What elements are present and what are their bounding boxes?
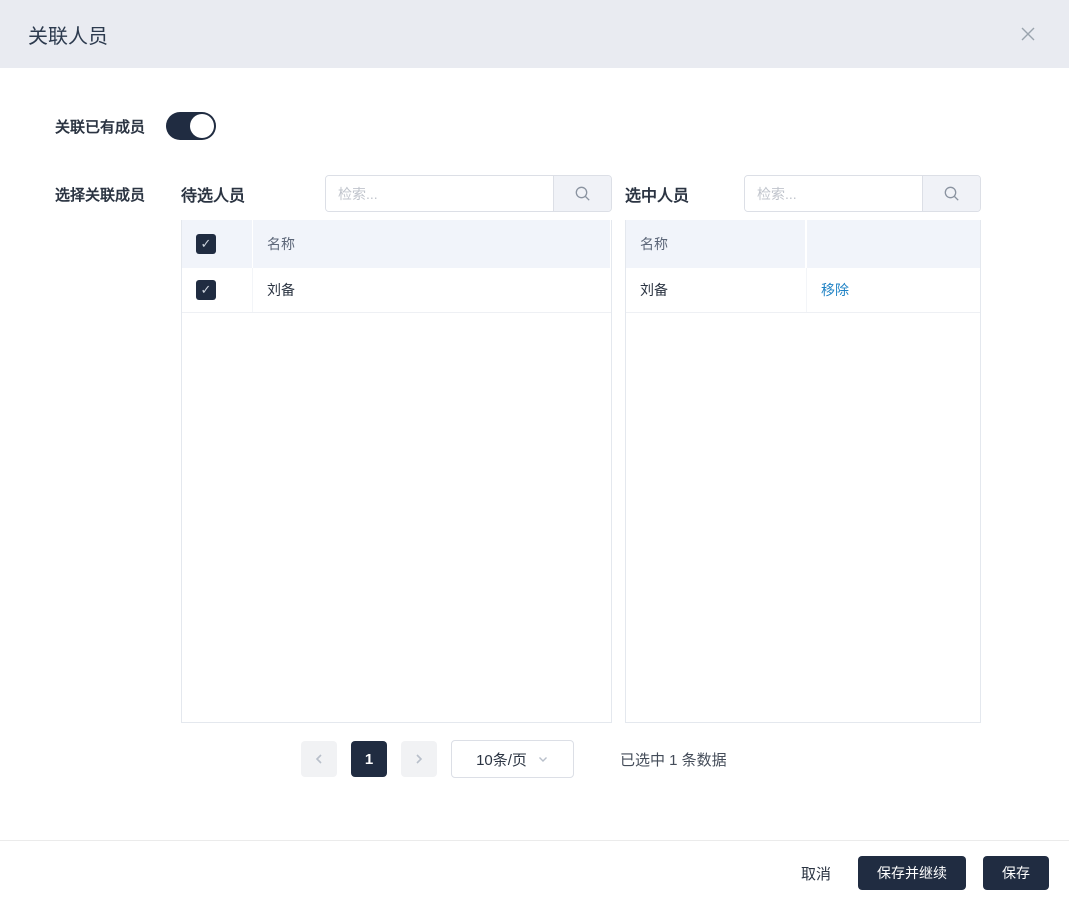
row-checkbox[interactable]: ✓ bbox=[196, 280, 216, 300]
name-column-header: 名称 bbox=[253, 220, 611, 268]
selected-name-cell: 刘备 bbox=[626, 268, 806, 312]
candidate-row: ✓ 刘备 bbox=[182, 268, 611, 313]
candidates-panel: 待选人员 ✓ 名称 bbox=[181, 175, 612, 723]
selected-panel-head: 选中人员 bbox=[625, 175, 981, 212]
chevron-left-icon bbox=[313, 753, 325, 765]
search-icon bbox=[574, 185, 591, 202]
page-size-select[interactable]: 10条/页 bbox=[451, 740, 574, 778]
selected-row: 刘备 移除 bbox=[626, 268, 980, 313]
associate-existing-members-label: 关联已有成员 bbox=[55, 116, 145, 137]
toggle-row: 关联已有成员 bbox=[55, 112, 1069, 140]
prev-page-button[interactable] bbox=[301, 741, 337, 777]
save-and-continue-button[interactable]: 保存并继续 bbox=[858, 856, 966, 890]
header-checkbox-cell: ✓ bbox=[182, 220, 253, 268]
next-page-button[interactable] bbox=[401, 741, 437, 777]
close-button[interactable] bbox=[1015, 21, 1041, 47]
selected-search-button[interactable] bbox=[922, 176, 980, 211]
candidates-table-empty-area bbox=[182, 313, 611, 722]
selected-action-cell: 移除 bbox=[806, 268, 980, 312]
chevron-right-icon bbox=[413, 753, 425, 765]
selected-panel: 选中人员 名称 bbox=[625, 175, 981, 723]
associate-personnel-dialog: 关联人员 关联已有成员 选择关联成员 待选人员 bbox=[0, 0, 1069, 905]
action-column-header bbox=[806, 220, 980, 268]
selected-title: 选中人员 bbox=[625, 182, 689, 206]
search-icon bbox=[943, 185, 960, 202]
selection-summary: 已选中 1 条数据 bbox=[620, 749, 727, 770]
selected-search-group bbox=[744, 175, 981, 212]
transfer-row: 选择关联成员 待选人员 bbox=[55, 175, 1069, 723]
cancel-button[interactable]: 取消 bbox=[791, 855, 841, 892]
candidates-search-input[interactable] bbox=[326, 176, 553, 211]
selected-table: 名称 刘备 移除 bbox=[625, 220, 981, 723]
candidates-table-header: ✓ 名称 bbox=[182, 220, 611, 268]
page-number-button[interactable]: 1 bbox=[351, 741, 387, 777]
candidates-search-group bbox=[325, 175, 612, 212]
page-size-value: 10条/页 bbox=[476, 749, 527, 770]
candidates-search-button[interactable] bbox=[553, 176, 611, 211]
associate-existing-members-toggle[interactable] bbox=[166, 112, 216, 140]
pagination-row: 1 10条/页 已选中 1 条数据 bbox=[301, 740, 1069, 778]
candidates-panel-head: 待选人员 bbox=[181, 175, 612, 212]
toggle-knob bbox=[190, 114, 214, 138]
chevron-down-icon bbox=[537, 753, 549, 765]
row-checkbox-cell: ✓ bbox=[182, 268, 253, 312]
candidate-name-cell: 刘备 bbox=[253, 268, 611, 312]
select-members-label: 选择关联成员 bbox=[55, 175, 181, 205]
candidates-title: 待选人员 bbox=[181, 182, 245, 206]
close-icon bbox=[1019, 25, 1037, 43]
selected-table-header: 名称 bbox=[626, 220, 980, 268]
dialog-body: 关联已有成员 选择关联成员 待选人员 bbox=[0, 68, 1069, 840]
transfer-widget: 待选人员 ✓ 名称 bbox=[181, 175, 981, 723]
name-column-header: 名称 bbox=[626, 220, 806, 268]
dialog-header: 关联人员 bbox=[0, 0, 1069, 68]
save-button[interactable]: 保存 bbox=[983, 856, 1049, 890]
select-all-checkbox[interactable]: ✓ bbox=[196, 234, 216, 254]
selected-search-input[interactable] bbox=[745, 176, 922, 211]
selected-table-empty-area bbox=[626, 313, 980, 722]
dialog-title: 关联人员 bbox=[28, 20, 108, 49]
dialog-footer: 取消 保存并继续 保存 bbox=[0, 840, 1069, 905]
remove-link[interactable]: 移除 bbox=[821, 280, 849, 300]
candidates-table: ✓ 名称 ✓ 刘备 bbox=[181, 220, 612, 723]
